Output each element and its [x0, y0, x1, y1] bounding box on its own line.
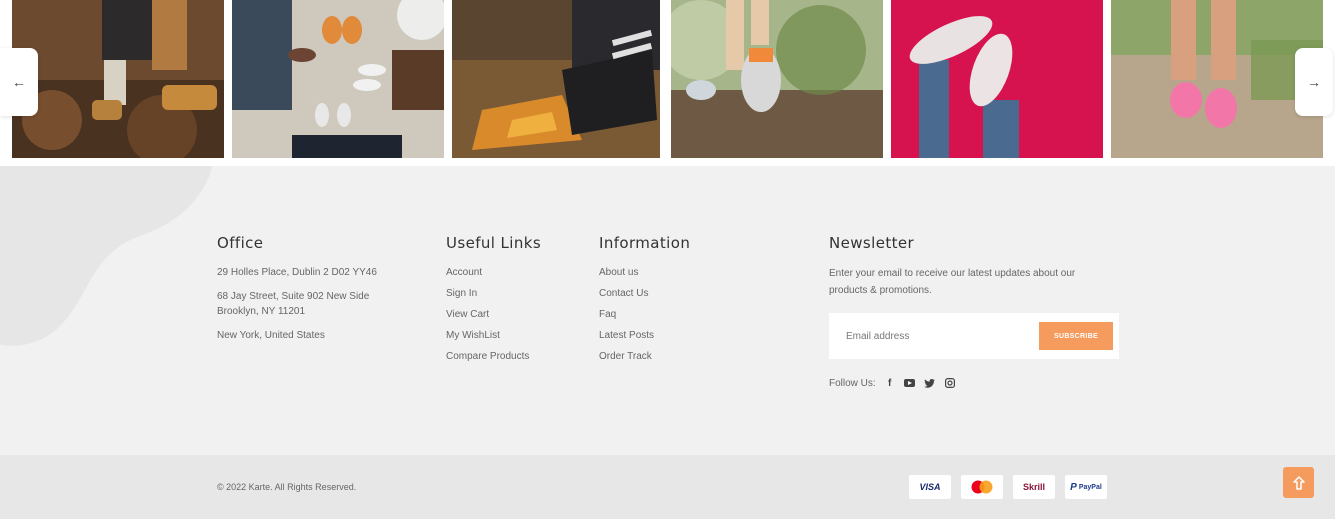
visa-icon: VISA [909, 475, 951, 499]
office-address-newyork: New York, United States [217, 330, 325, 341]
link-faq[interactable]: Faq [599, 307, 690, 322]
office-address-brooklyn-line2: Brooklyn, NY 11201 [217, 306, 306, 317]
mastercard-icon [961, 475, 1003, 499]
link-compare-products[interactable]: Compare Products [446, 349, 541, 364]
carousel-next-button[interactable]: → [1295, 48, 1333, 116]
instagram-icon[interactable] [944, 377, 956, 389]
footer-useful-links: Useful Links Account Sign In View Cart M… [446, 234, 541, 370]
office-address-brooklyn-line1: 68 Jay Street, Suite 902 New Side [217, 291, 370, 302]
link-order-track[interactable]: Order Track [599, 349, 690, 364]
link-latest-posts[interactable]: Latest Posts [599, 328, 690, 343]
footer-bottom-bar: © 2022 Karte. All Rights Reserved. VISA … [0, 455, 1335, 519]
subscribe-button[interactable]: SUBSCRIBE [1039, 322, 1113, 350]
link-view-cart[interactable]: View Cart [446, 307, 541, 322]
follow-us-label: Follow Us: [829, 377, 876, 389]
twitter-icon[interactable] [924, 377, 936, 389]
footer: Office 29 Holles Place, Dublin 2 D02 YY4… [0, 166, 1335, 455]
footer-office: Office 29 Holles Place, Dublin 2 D02 YY4… [217, 234, 377, 352]
gallery-photo-running-trail[interactable] [671, 0, 883, 158]
footer-newsletter: Newsletter Enter your email to receive o… [829, 234, 1119, 389]
useful-links-heading: Useful Links [446, 234, 542, 252]
email-input[interactable] [846, 330, 1039, 342]
gallery-photo-sneakers-pink[interactable] [891, 0, 1103, 158]
newsletter-heading: Newsletter [829, 234, 915, 252]
follow-us: Follow Us: f [829, 377, 1119, 389]
gallery-photo-pink-laces[interactable] [1111, 0, 1323, 158]
facebook-icon[interactable]: f [884, 377, 896, 389]
newsletter-intro: Enter your email to receive our latest u… [829, 268, 1076, 296]
information-heading: Information [599, 234, 691, 252]
office-address-dublin: 29 Holles Place, Dublin 2 D02 YY46 [217, 267, 377, 278]
footer-information: Information About us Contact Us Faq Late… [599, 234, 690, 370]
link-sign-in[interactable]: Sign In [446, 286, 541, 301]
decorative-blob [0, 166, 213, 346]
carousel-prev-button[interactable]: ← [0, 48, 38, 116]
youtube-icon[interactable] [904, 377, 916, 389]
copyright-text: © 2022 Karte. All Rights Reserved. [217, 482, 357, 492]
office-address-brooklyn: 68 Jay Street, Suite 902 New Side Brookl… [217, 289, 377, 319]
link-contact-us[interactable]: Contact Us [599, 286, 690, 301]
skrill-icon: Skrill [1013, 475, 1055, 499]
gallery-photo-circle-of-feet[interactable] [232, 0, 444, 158]
gallery-photo-sneaker-autumn[interactable] [452, 0, 660, 158]
link-account[interactable]: Account [446, 265, 541, 280]
skrill-label: Skrill [1022, 482, 1045, 492]
gallery-photo-hiking-boots[interactable] [12, 0, 224, 158]
office-heading: Office [217, 234, 264, 252]
link-about-us[interactable]: About us [599, 265, 690, 280]
paypal-icon: P PayPal [1065, 475, 1107, 499]
scroll-to-top-button[interactable] [1283, 467, 1314, 498]
visa-label: VISA [919, 482, 941, 492]
instagram-gallery: ← → [0, 0, 1335, 166]
paypal-label: PayPal [1078, 483, 1102, 491]
arrow-left-icon: ← [12, 74, 26, 90]
link-my-wishlist[interactable]: My WishList [446, 328, 541, 343]
arrow-up-icon [1292, 475, 1305, 490]
arrow-right-icon: → [1307, 74, 1321, 90]
subscribe-form: SUBSCRIBE [829, 313, 1119, 359]
